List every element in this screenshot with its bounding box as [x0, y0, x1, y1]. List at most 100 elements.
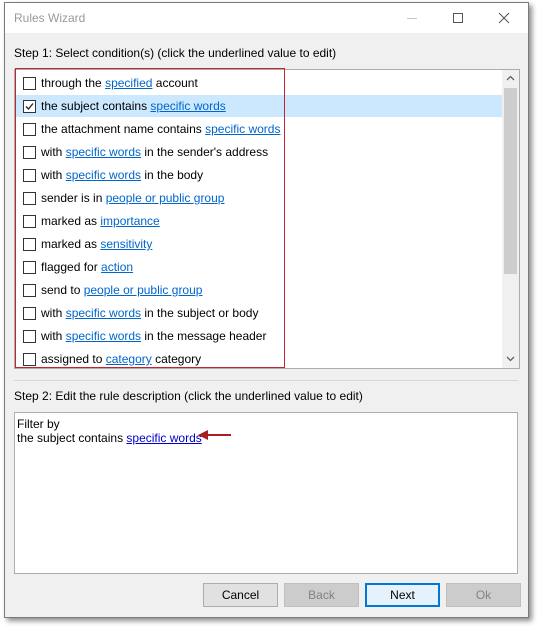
scroll-down-button[interactable]	[502, 351, 519, 368]
chevron-up-icon	[506, 75, 515, 81]
condition-label: flagged for action	[41, 260, 133, 274]
condition-label: with specific words in the sender's addr…	[41, 145, 268, 159]
close-icon	[498, 12, 510, 24]
condition-row[interactable]: marked as importance	[16, 210, 502, 232]
back-button[interactable]: Back	[284, 583, 359, 607]
condition-checkbox[interactable]	[23, 284, 36, 297]
condition-label: assigned to category category	[41, 352, 201, 366]
condition-value-link[interactable]: specific words	[66, 145, 141, 159]
condition-label: the attachment name contains specific wo…	[41, 122, 280, 136]
condition-value-link[interactable]: specific words	[66, 306, 141, 320]
condition-text-suffix: in the body	[141, 168, 204, 182]
condition-value-link[interactable]: importance	[100, 214, 159, 228]
condition-checkbox[interactable]	[23, 146, 36, 159]
condition-row[interactable]: assigned to category category	[16, 348, 502, 368]
condition-value-link[interactable]: specific words	[66, 329, 141, 343]
condition-checkbox[interactable]	[23, 100, 36, 113]
condition-value-link[interactable]: specific words	[205, 122, 280, 136]
condition-text: marked as	[41, 237, 101, 251]
condition-checkbox[interactable]	[23, 169, 36, 182]
description-specific-words-link[interactable]: specific words	[126, 431, 201, 445]
condition-text: through the	[41, 76, 106, 90]
condition-row[interactable]: with specific words in the message heade…	[16, 325, 502, 347]
condition-label: with specific words in the subject or bo…	[41, 306, 258, 320]
condition-text: marked as	[41, 214, 101, 228]
scroll-up-button[interactable]	[502, 70, 519, 87]
condition-text-suffix: in the sender's address	[141, 145, 269, 159]
condition-row[interactable]: flagged for action	[16, 256, 502, 278]
condition-checkbox[interactable]	[23, 353, 36, 366]
condition-value-link[interactable]: sensitivity	[100, 237, 152, 251]
condition-text-suffix: category	[151, 352, 202, 366]
rules-wizard-window: Rules Wizard Step 1: Select condition(s)…	[4, 2, 529, 618]
condition-text: with	[41, 329, 66, 343]
condition-text: flagged for	[41, 260, 102, 274]
condition-value-link[interactable]: category	[106, 352, 152, 366]
arrow-left-icon	[198, 430, 231, 440]
section-divider	[14, 380, 518, 381]
condition-row[interactable]: sender is in people or public group	[16, 187, 502, 209]
maximize-button[interactable]	[438, 3, 478, 33]
minimize-button[interactable]	[392, 3, 432, 33]
condition-value-link[interactable]: people or public group	[84, 283, 203, 297]
conditions-scrollbar[interactable]	[502, 70, 519, 368]
next-button[interactable]: Next	[365, 583, 440, 607]
condition-value-link[interactable]: specified	[105, 76, 152, 90]
condition-text: sender is in	[41, 191, 106, 205]
chevron-down-icon	[506, 356, 515, 362]
condition-text: with	[41, 145, 66, 159]
condition-checkbox[interactable]	[23, 261, 36, 274]
condition-text: the subject contains	[41, 99, 151, 113]
scroll-thumb[interactable]	[504, 88, 517, 274]
step1-label: Step 1: Select condition(s) (click the u…	[14, 46, 337, 60]
condition-value-link[interactable]: specific words	[66, 168, 141, 182]
checkmark-icon	[25, 103, 34, 110]
description-condition-line: the subject contains specific words	[17, 431, 202, 445]
condition-row[interactable]: marked as sensitivity	[16, 233, 502, 255]
condition-label: marked as importance	[41, 214, 160, 228]
condition-label: with specific words in the message heade…	[41, 329, 266, 343]
condition-value-link[interactable]: people or public group	[106, 191, 225, 205]
description-filter-line: Filter by	[17, 417, 60, 431]
condition-checkbox[interactable]	[23, 123, 36, 136]
cancel-button[interactable]: Cancel	[203, 583, 278, 607]
title-bar: Rules Wizard	[5, 3, 528, 33]
condition-text: with	[41, 306, 66, 320]
condition-checkbox[interactable]	[23, 307, 36, 320]
condition-row[interactable]: the subject contains specific words	[16, 95, 502, 117]
condition-checkbox[interactable]	[23, 238, 36, 251]
condition-text: send to	[41, 283, 84, 297]
condition-value-link[interactable]: specific words	[150, 99, 225, 113]
condition-row[interactable]: the attachment name contains specific wo…	[16, 118, 502, 140]
condition-value-link[interactable]: action	[101, 260, 133, 274]
condition-label: the subject contains specific words	[41, 99, 226, 113]
window-title: Rules Wizard	[14, 11, 86, 25]
condition-label: send to people or public group	[41, 283, 202, 297]
condition-row[interactable]: with specific words in the body	[16, 164, 502, 186]
condition-label: with specific words in the body	[41, 168, 203, 182]
condition-text-suffix: account	[152, 76, 198, 90]
condition-checkbox[interactable]	[23, 215, 36, 228]
conditions-list[interactable]: assigned to category category with specif…	[14, 69, 520, 369]
condition-checkbox[interactable]	[23, 330, 36, 343]
minimize-icon	[407, 18, 417, 19]
condition-checkbox[interactable]	[23, 192, 36, 205]
maximize-icon	[453, 13, 463, 23]
condition-row[interactable]: with specific words in the subject or bo…	[16, 302, 502, 324]
condition-row[interactable]: with specific words in the sender's addr…	[16, 141, 502, 163]
condition-row[interactable]: send to people or public group	[16, 279, 502, 301]
rule-description-box[interactable]: Filter by the subject contains specific …	[14, 412, 518, 574]
condition-text-suffix: in the message header	[141, 329, 267, 343]
condition-label: through the specified account	[41, 76, 198, 90]
condition-label: sender is in people or public group	[41, 191, 224, 205]
condition-checkbox[interactable]	[23, 77, 36, 90]
close-button[interactable]	[484, 3, 524, 33]
condition-text: assigned to	[41, 352, 106, 366]
condition-text: the attachment name contains	[41, 122, 206, 136]
description-condition-text: the subject contains	[17, 431, 127, 445]
condition-text: with	[41, 168, 66, 182]
step2-label: Step 2: Edit the rule description (click…	[14, 389, 363, 403]
condition-text-suffix: in the subject or body	[141, 306, 259, 320]
condition-row[interactable]: through the specified account	[16, 72, 502, 94]
ok-button[interactable]: Ok	[446, 583, 521, 607]
